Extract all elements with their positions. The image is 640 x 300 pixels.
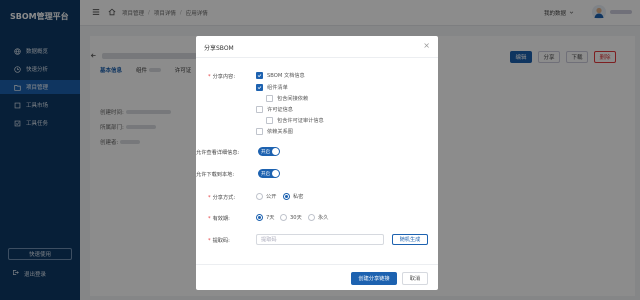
view-detail-label: 允许查看详细信息: — [196, 150, 240, 156]
checkbox — [266, 117, 273, 124]
radio-label: 永久 — [318, 215, 329, 221]
radio-label: 公开 — [266, 194, 277, 200]
switch-label: 开启 — [261, 171, 270, 177]
radio-30-days[interactable]: 30天 — [280, 214, 302, 221]
checkbox — [266, 95, 273, 102]
random-generate-button[interactable]: 随机生成 — [392, 234, 428, 245]
option-component-list[interactable]: 组件清单 — [256, 84, 288, 91]
radio-label: 7天 — [266, 215, 275, 221]
radio-selected-icon — [256, 214, 263, 221]
validity-label: * 有效期: — [208, 216, 230, 222]
radio-7-days[interactable]: 7天 — [256, 214, 275, 221]
create-share-link-button[interactable]: 创建分享链接 — [351, 272, 397, 285]
radio-selected-icon — [283, 193, 290, 200]
close-icon[interactable]: × — [423, 41, 430, 50]
option-dependency-graph[interactable]: 依赖关系图 — [256, 128, 293, 135]
divider — [196, 57, 438, 58]
checkbox — [256, 106, 263, 113]
divider — [196, 264, 438, 265]
option-label: 依赖关系图 — [267, 129, 293, 135]
cancel-button[interactable]: 取消 — [402, 272, 428, 285]
checkbox — [256, 128, 263, 135]
option-label: 许可证信息 — [267, 107, 293, 113]
option-indirect-deps[interactable]: 包含间接依赖 — [266, 95, 308, 102]
option-label: 包含许可证审计信息 — [277, 118, 324, 124]
share-content-label: * 分享内容: — [208, 74, 236, 80]
radio-label: 30天 — [290, 215, 302, 221]
extraction-code-input[interactable]: 提取码 — [256, 234, 384, 245]
radio-icon — [256, 193, 263, 200]
share-mode-label: * 分享方式: — [208, 195, 236, 201]
share-sbom-dialog: 分享SBOM × * 分享内容: SBOM 文档信息 组件清单 包含间接依赖 许可… — [196, 36, 438, 290]
view-detail-switch[interactable]: 开启 — [258, 147, 280, 156]
option-label: 包含间接依赖 — [277, 96, 309, 102]
option-license-audit[interactable]: 包含许可证审计信息 — [266, 117, 324, 124]
radio-permanent[interactable]: 永久 — [308, 214, 328, 221]
switch-label: 开启 — [261, 149, 270, 155]
radio-icon — [280, 214, 287, 221]
option-label: 组件清单 — [267, 85, 288, 91]
download-label: 允许下载到本地: — [196, 172, 235, 178]
dialog-title: 分享SBOM — [204, 45, 234, 52]
checkbox-checked-icon — [256, 84, 263, 91]
option-label: SBOM 文档信息 — [267, 73, 305, 79]
radio-private[interactable]: 私密 — [283, 193, 303, 200]
radio-icon — [308, 214, 315, 221]
radio-public[interactable]: 公开 — [256, 193, 276, 200]
checkbox-checked-icon — [256, 72, 263, 79]
option-license-info[interactable]: 许可证信息 — [256, 106, 293, 113]
extraction-code-label: * 提取码: — [208, 238, 230, 244]
download-switch[interactable]: 开启 — [258, 169, 280, 178]
radio-label: 私密 — [293, 194, 304, 200]
option-sbom-doc[interactable]: SBOM 文档信息 — [256, 72, 305, 79]
